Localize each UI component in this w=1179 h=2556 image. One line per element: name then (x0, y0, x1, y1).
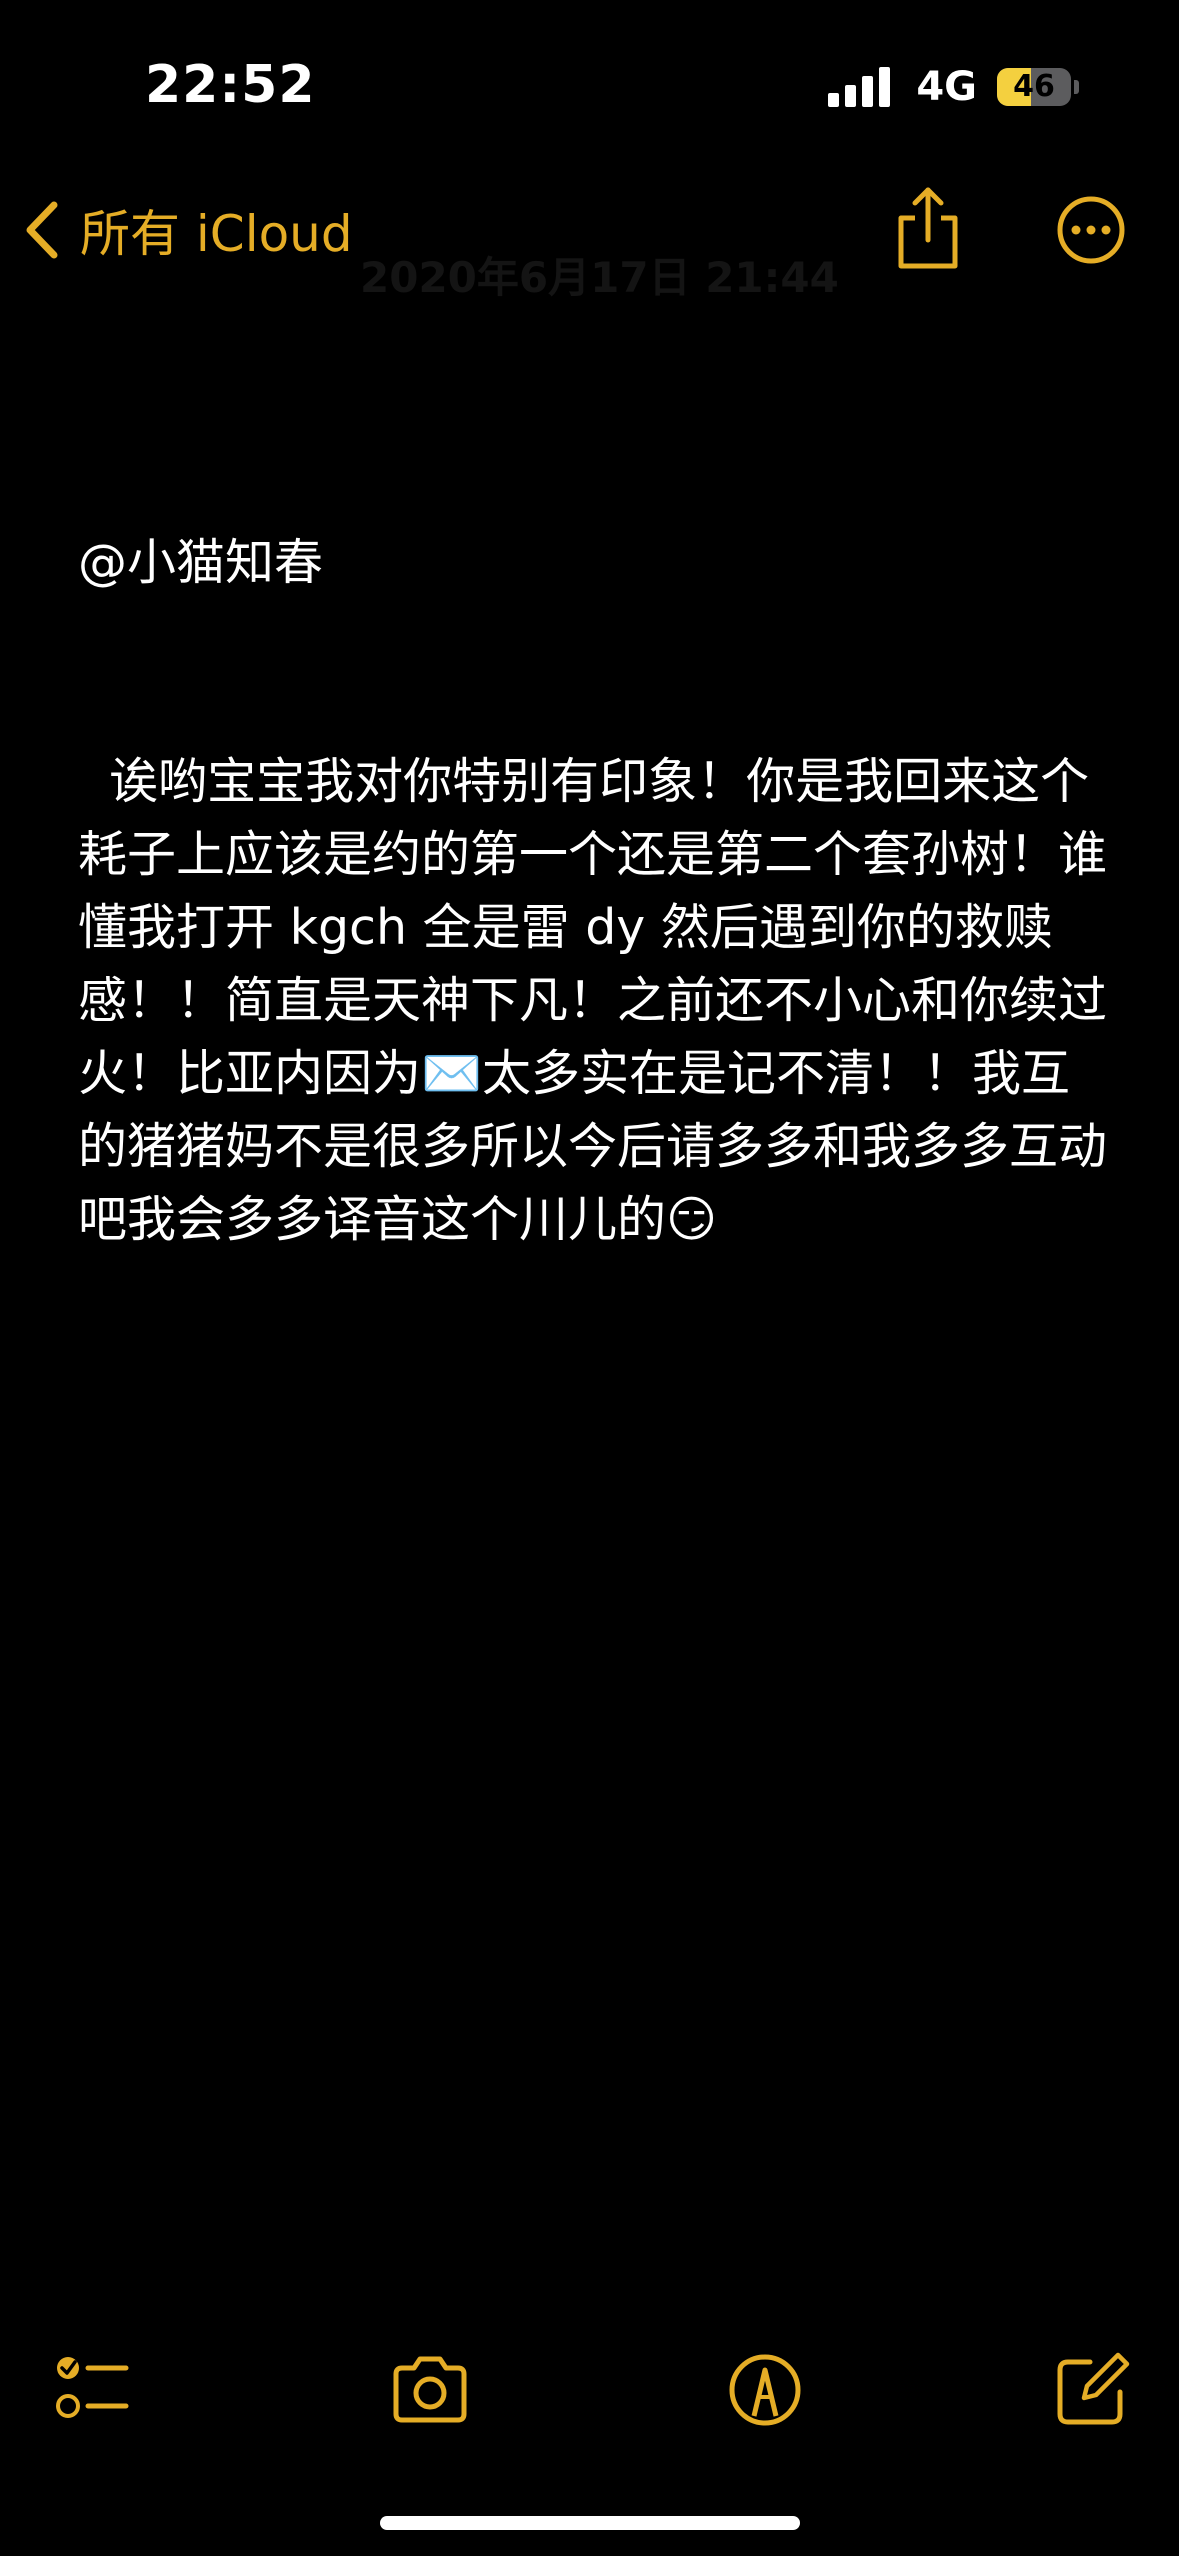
markup-icon[interactable] (725, 2350, 805, 2430)
back-button[interactable]: 所有 iCloud (22, 190, 353, 270)
home-indicator[interactable] (380, 2516, 800, 2530)
status-bar: 22:52 4G 46 (0, 0, 1179, 170)
note-text: 诶哟宝宝我对你特别有印象！你是我回来这个耗子上应该是约的第一个还是第二个套孙树！… (78, 753, 1108, 1248)
status-time: 22:52 (145, 55, 316, 115)
note-content[interactable]: @小猫知春 诶哟宝宝我对你特别有印象！你是我回来这个耗子上应该是约的第一个还是第… (78, 380, 1108, 1256)
compose-icon[interactable] (1052, 2350, 1132, 2430)
share-icon[interactable] (893, 182, 963, 272)
checklist-icon[interactable] (52, 2350, 132, 2430)
battery-icon: 46 (997, 68, 1071, 106)
chevron-left-icon (26, 201, 58, 259)
battery-percent: 46 (1013, 69, 1055, 104)
note-date: 2020年6月17日 21:44 (360, 253, 839, 302)
cellular-signal-icon (828, 67, 896, 107)
battery-tip (1074, 80, 1079, 94)
bottom-toolbar (0, 2340, 1179, 2440)
navigation-bar: 所有 iCloud 2020年6月17日 21:44 (0, 170, 1179, 302)
network-type: 4G (916, 64, 977, 110)
note-mention: @小猫知春 (78, 534, 324, 591)
camera-icon[interactable] (390, 2350, 470, 2430)
back-label: 所有 iCloud (80, 205, 353, 263)
more-options-icon[interactable] (1055, 194, 1127, 266)
status-indicators: 4G 46 (828, 62, 1079, 112)
